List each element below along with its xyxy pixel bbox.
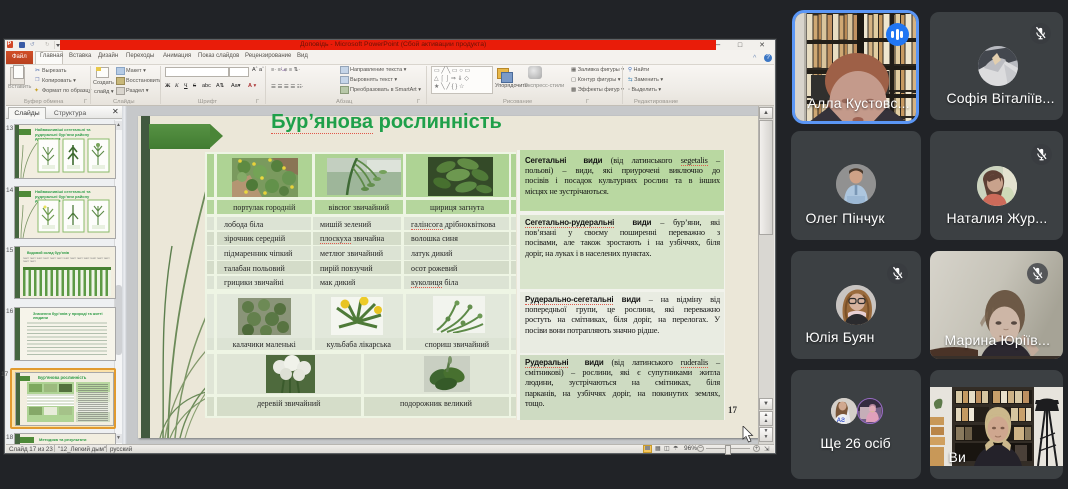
svg-text:SA: SA [835,418,844,424]
